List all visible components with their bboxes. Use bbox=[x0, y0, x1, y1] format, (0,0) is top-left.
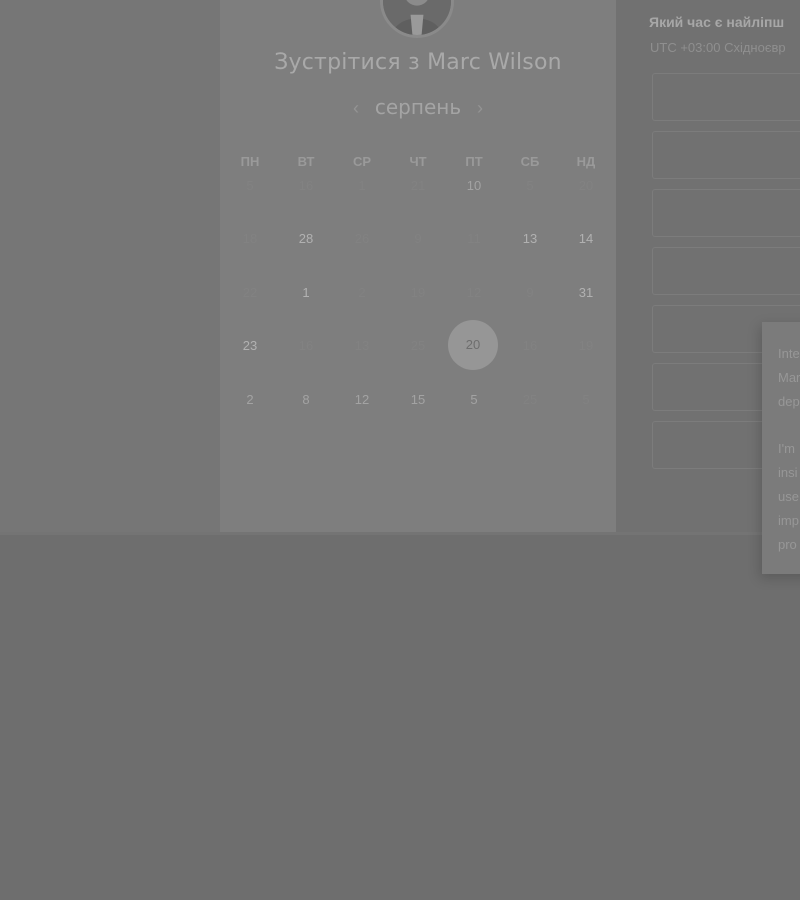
left-panel bbox=[0, 0, 220, 532]
calendar-day: 13 bbox=[354, 338, 370, 353]
popover-text: use bbox=[778, 489, 799, 504]
calendar-day: 19 bbox=[410, 285, 426, 300]
calendar-day: 12 bbox=[466, 285, 482, 300]
calendar-day[interactable]: 8 bbox=[286, 390, 326, 410]
calendar-day[interactable]: 28 bbox=[286, 229, 326, 249]
calendar-day: 2 bbox=[358, 285, 366, 300]
calendar-day: 9 bbox=[414, 231, 422, 246]
popover-text: Inte bbox=[778, 346, 800, 361]
selected-calendar-day[interactable]: 20 bbox=[448, 320, 498, 370]
popover-text: Mar bbox=[778, 370, 800, 385]
calendar-day: 25 bbox=[522, 392, 538, 407]
host-info-popover: Inte Mar dep I'm insi use imp pro bbox=[762, 322, 800, 574]
calendar-day: 21 bbox=[410, 178, 426, 193]
calendar-day[interactable]: 14 bbox=[566, 229, 606, 249]
calendar-day: 25 bbox=[410, 338, 426, 353]
time-slot-button[interactable]: 1 bbox=[652, 131, 800, 179]
calendar-day: 9 bbox=[526, 285, 534, 300]
time-slot-button[interactable]: 1 bbox=[652, 73, 800, 121]
calendar-day: 16 bbox=[298, 338, 314, 353]
calendar-day[interactable]: 12 bbox=[342, 390, 382, 410]
calendar-day: 5 bbox=[246, 178, 254, 193]
calendar-day[interactable]: 2 bbox=[230, 390, 270, 410]
popover-text: I'm bbox=[778, 441, 795, 456]
timezone-label[interactable]: UTC +03:00 Східноєвр bbox=[650, 40, 786, 55]
calendar-day: 20 bbox=[578, 178, 594, 193]
calendar-day: 22 bbox=[242, 285, 258, 300]
calendar-day[interactable]: 10 bbox=[454, 176, 494, 196]
calendar-day[interactable]: 31 bbox=[566, 283, 606, 303]
calendar-day: 18 bbox=[242, 231, 258, 246]
calendar-day[interactable]: 1 bbox=[286, 283, 326, 303]
popover-text: pro bbox=[778, 537, 797, 552]
time-selection-title: Який час є найліпш bbox=[649, 14, 785, 30]
popover-text: dep bbox=[778, 394, 800, 409]
calendar-day[interactable]: 13 bbox=[510, 229, 550, 249]
calendar-day: 5 bbox=[526, 178, 534, 193]
calendar-day: 16 bbox=[522, 338, 538, 353]
popover-text: imp bbox=[778, 513, 799, 528]
calendar-card: Зустрітися з Marc Wilson ‹ серпень › ПН … bbox=[220, 0, 616, 532]
calendar-day[interactable]: 23 bbox=[230, 336, 270, 356]
calendar-day: 1 bbox=[358, 178, 366, 193]
calendar-day: 11 bbox=[467, 231, 481, 246]
calendar-day: 26 bbox=[354, 231, 370, 246]
calendar-day: 19 bbox=[578, 338, 594, 353]
popover-text: insi bbox=[778, 465, 798, 480]
calendar-day: 16 bbox=[298, 178, 314, 193]
time-slot-button[interactable]: 1 bbox=[652, 247, 800, 295]
calendar-grid: 5 16 1 21 10 5 20 18 28 26 9 11 13 14 22… bbox=[220, 0, 616, 532]
calendar-day: 5 bbox=[582, 392, 590, 407]
calendar-day[interactable]: 5 bbox=[454, 390, 494, 410]
calendar-day[interactable]: 15 bbox=[398, 390, 438, 410]
time-slot-button[interactable]: 1 bbox=[652, 189, 800, 237]
